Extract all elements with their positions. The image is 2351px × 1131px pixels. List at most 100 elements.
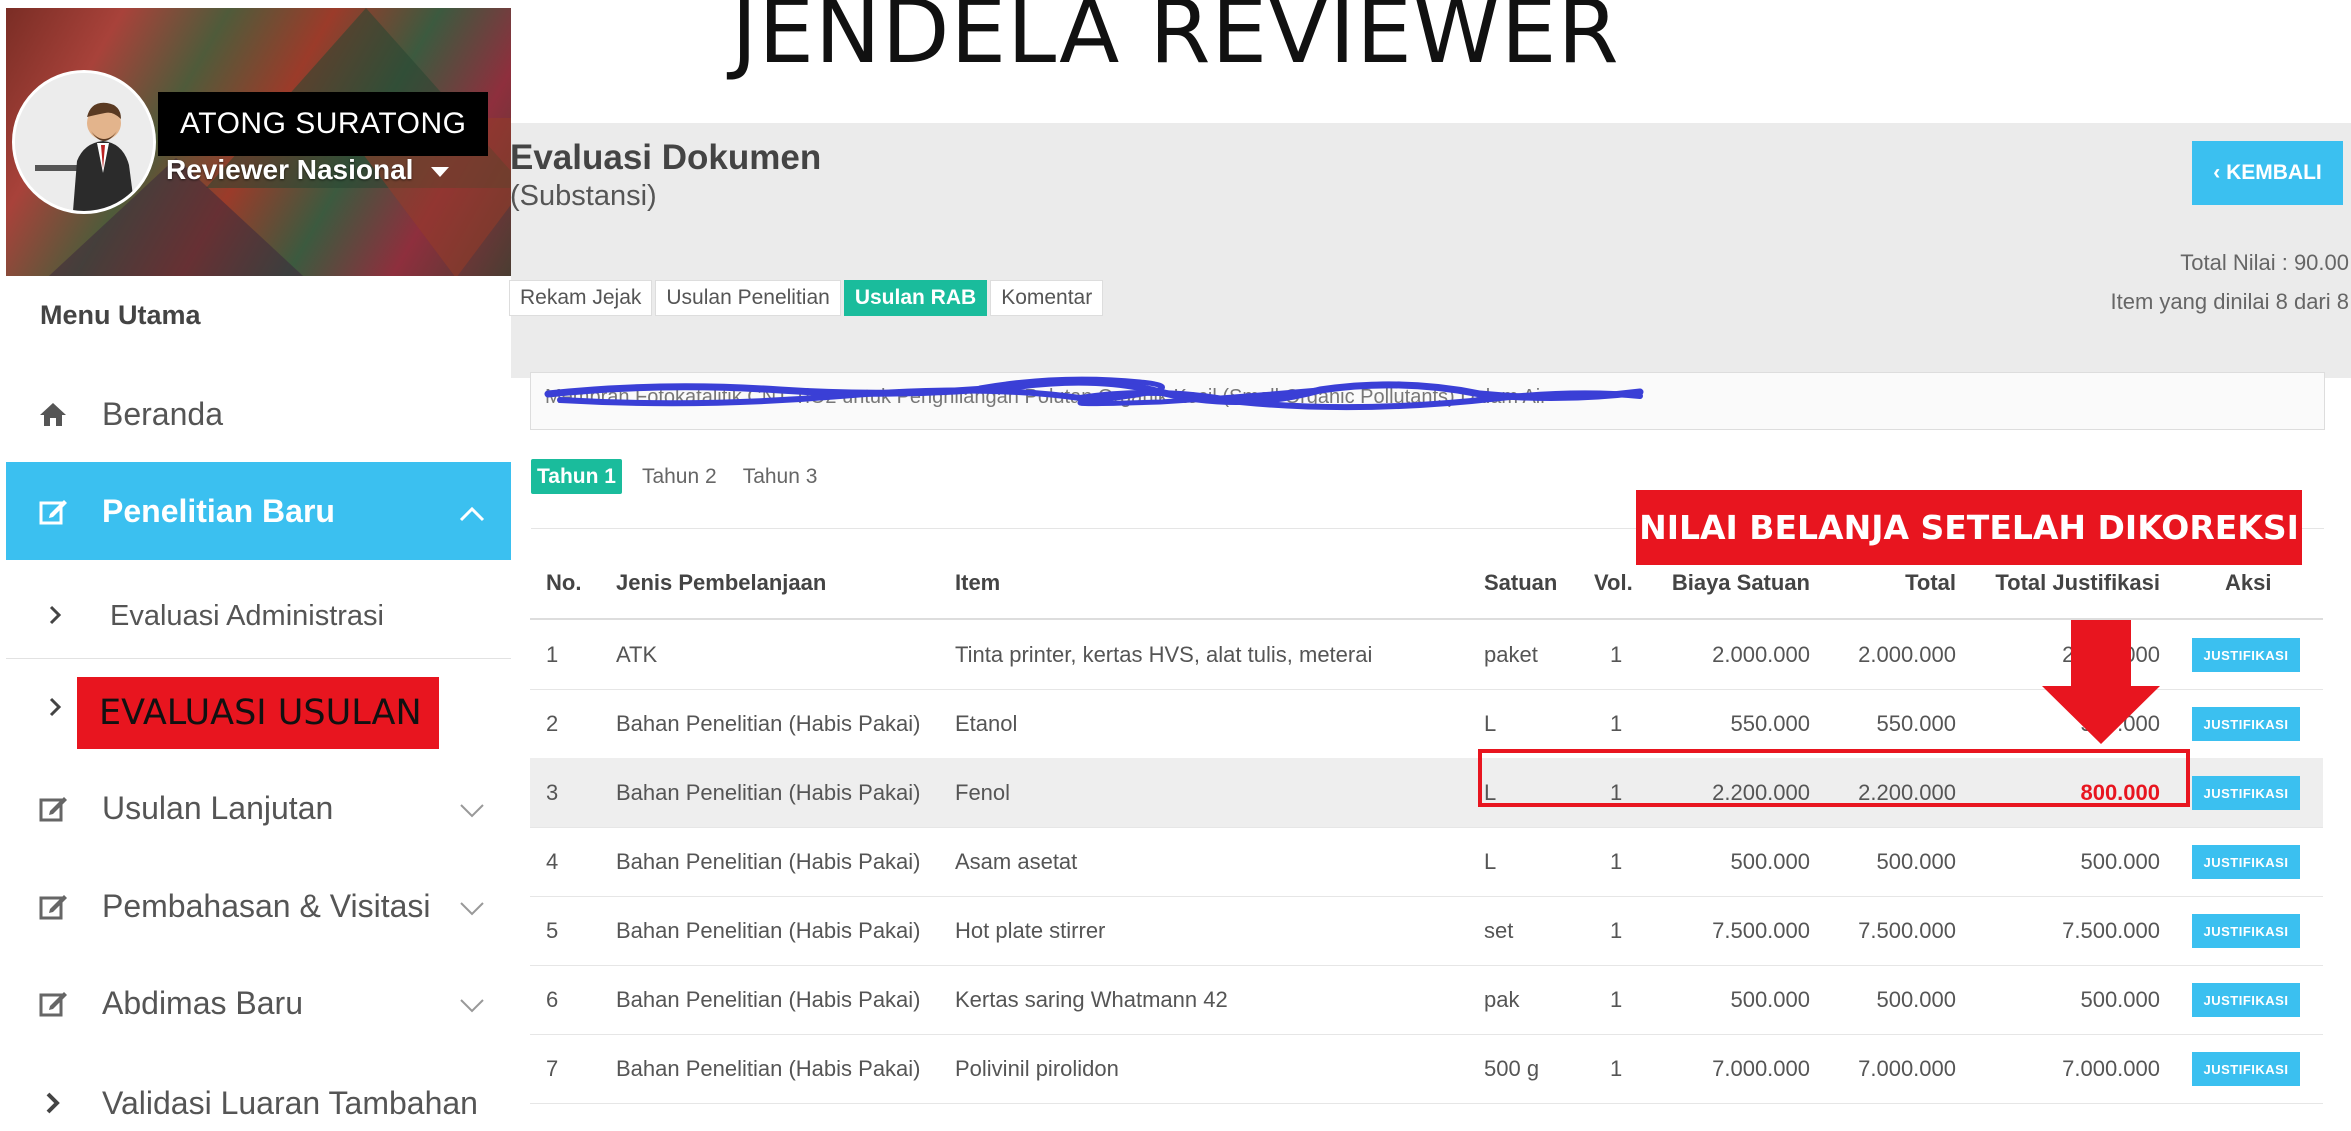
cell-no: 5 bbox=[546, 918, 559, 943]
sidebar-item-label: Abdimas Baru bbox=[102, 984, 303, 1021]
column-header: Vol. bbox=[1594, 570, 1633, 595]
cell-justifikasi: 7.500.000 bbox=[2062, 918, 2160, 943]
sidebar-item-label: Validasi Luaran Tambahan bbox=[102, 1084, 478, 1121]
justifikasi-button[interactable]: JUSTIFIKASI bbox=[2192, 845, 2300, 879]
sidebar-item-validasi-luaran[interactable]: Validasi Luaran Tambahan bbox=[6, 1075, 511, 1131]
sidebar-item-label: Evaluasi Administrasi bbox=[110, 599, 384, 632]
column-header: Total Justifikasi bbox=[1995, 570, 2160, 595]
sidebar-item-label: Penelitian Baru bbox=[102, 492, 335, 529]
sidebar-item-label: Usulan Lanjutan bbox=[102, 789, 334, 826]
tab-tahun-1[interactable]: Tahun 1 bbox=[531, 459, 622, 494]
annotation-callout: NILAI BELANJA SETELAH DIKOREKSI bbox=[1636, 490, 2302, 565]
sidebar-item-usulan-lanjutan[interactable]: Usulan Lanjutan bbox=[6, 780, 511, 836]
column-header: No. bbox=[546, 570, 582, 595]
sidebar-item-pembahasan-visitasi[interactable]: Pembahasan & Visitasi bbox=[6, 878, 511, 934]
sidebar-item-penelitian-baru[interactable]: Penelitian Baru bbox=[6, 462, 511, 560]
table-row: 4 Bahan Penelitian (Habis Pakai) Asam as… bbox=[530, 827, 2323, 897]
justifikasi-button[interactable]: JUSTIFIKASI bbox=[2192, 707, 2300, 741]
chevron-right-icon bbox=[36, 1091, 70, 1115]
cell-jenis: Bahan Penelitian (Habis Pakai) bbox=[616, 711, 921, 736]
cell-item: Polivinil pirolidon bbox=[955, 1056, 1119, 1081]
cell-justifikasi: 500.000 bbox=[2080, 849, 2160, 874]
back-button[interactable]: ‹ KEMBALI bbox=[2192, 141, 2343, 205]
sidebar-item-evaluasi-administrasi[interactable]: Evaluasi Administrasi bbox=[6, 588, 511, 644]
cell-vol: 1 bbox=[1610, 711, 1623, 736]
chevron-down-icon bbox=[459, 790, 485, 827]
home-icon bbox=[36, 401, 70, 427]
cell-satuan: L bbox=[1484, 711, 1497, 736]
cell-no: 6 bbox=[546, 987, 559, 1012]
column-header: Total bbox=[1905, 570, 1956, 595]
menu-heading: Menu Utama bbox=[40, 300, 201, 330]
tab-komentar[interactable]: Komentar bbox=[990, 280, 1104, 316]
tab-usulan-penelitian[interactable]: Usulan Penelitian bbox=[655, 280, 841, 316]
tab-tahun-3[interactable]: Tahun 3 bbox=[737, 459, 824, 494]
cell-satuan: pak bbox=[1484, 987, 1520, 1012]
justifikasi-button[interactable]: JUSTIFIKASI bbox=[2192, 1052, 2300, 1086]
cell-vol: 1 bbox=[1610, 642, 1623, 667]
cell-satuan: L bbox=[1484, 849, 1497, 874]
profile-banner: ATONG SURATONG Reviewer Nasional bbox=[6, 8, 511, 276]
cell-vol: 1 bbox=[1610, 918, 1623, 943]
user-role-label: Reviewer Nasional bbox=[166, 154, 414, 185]
justifikasi-button[interactable]: JUSTIFIKASI bbox=[2192, 983, 2300, 1017]
year-tabs: Tahun 1 Tahun 2 Tahun 3 bbox=[531, 459, 823, 494]
chevron-up-icon bbox=[459, 493, 485, 530]
column-header: Item bbox=[955, 570, 1001, 595]
chevron-down-icon bbox=[459, 888, 485, 925]
column-header: Satuan bbox=[1484, 570, 1558, 595]
cell-no: 4 bbox=[546, 849, 559, 874]
tab-rekam-jejak[interactable]: Rekam Jejak bbox=[509, 280, 653, 316]
arrow-down-icon bbox=[2042, 620, 2160, 744]
table-row: 6 Bahan Penelitian (Habis Pakai) Kertas … bbox=[530, 965, 2323, 1035]
cell-total: 7.500.000 bbox=[1858, 918, 1956, 943]
tab-tahun-2[interactable]: Tahun 2 bbox=[636, 459, 723, 494]
cell-total: 500.000 bbox=[1876, 849, 1956, 874]
cell-no: 2 bbox=[546, 711, 559, 736]
cell-item: Asam asetat bbox=[955, 849, 1078, 874]
cell-justifikasi: 7.000.000 bbox=[2062, 1056, 2160, 1081]
cell-no: 7 bbox=[546, 1056, 559, 1081]
edit-icon bbox=[36, 891, 70, 921]
edit-icon bbox=[36, 793, 70, 823]
cell-vol: 1 bbox=[1610, 1056, 1623, 1081]
sidebar-item-label: Pembahasan & Visitasi bbox=[102, 887, 431, 924]
edit-icon bbox=[36, 496, 70, 526]
cell-jenis: Bahan Penelitian (Habis Pakai) bbox=[616, 1056, 921, 1081]
sidebar-item-abdimas-baru[interactable]: Abdimas Baru bbox=[6, 975, 511, 1031]
cell-biaya: 7.500.000 bbox=[1712, 918, 1810, 943]
cell-item: Kertas saring Whatmann 42 bbox=[955, 987, 1228, 1012]
user-role-dropdown[interactable]: Reviewer Nasional bbox=[166, 154, 450, 186]
cell-jenis: Bahan Penelitian (Habis Pakai) bbox=[616, 849, 921, 874]
cell-justifikasi: 500.000 bbox=[2080, 987, 2160, 1012]
cell-biaya: 2.000.000 bbox=[1712, 642, 1810, 667]
cell-total: 2.000.000 bbox=[1858, 642, 1956, 667]
caret-down-icon bbox=[431, 166, 450, 177]
redaction-scribble bbox=[544, 376, 1644, 411]
cell-item: Etanol bbox=[955, 711, 1018, 736]
column-header: Aksi bbox=[2225, 570, 2272, 595]
justifikasi-button[interactable]: JUSTIFIKASI bbox=[2192, 638, 2300, 672]
cell-no: 1 bbox=[546, 642, 559, 667]
sidebar-item-beranda[interactable]: Beranda bbox=[6, 386, 511, 442]
cell-vol: 1 bbox=[1610, 987, 1623, 1012]
cell-biaya: 550.000 bbox=[1730, 711, 1810, 736]
justifikasi-button[interactable]: JUSTIFIKASI bbox=[2192, 776, 2300, 810]
page-title: Evaluasi Dokumen bbox=[510, 138, 822, 177]
cell-jenis: Bahan Penelitian (Habis Pakai) bbox=[616, 780, 921, 805]
sidebar-divider bbox=[6, 658, 511, 659]
avatar[interactable] bbox=[12, 70, 156, 214]
page-subtitle: (Substansi) bbox=[510, 180, 657, 212]
cell-no: 3 bbox=[546, 780, 559, 805]
cell-biaya: 500.000 bbox=[1730, 987, 1810, 1012]
column-header: Jenis Pembelanjaan bbox=[616, 570, 827, 595]
tab-usulan-rab[interactable]: Usulan RAB bbox=[843, 280, 988, 316]
cell-total: 550.000 bbox=[1876, 711, 1956, 736]
cell-total: 7.000.000 bbox=[1858, 1056, 1956, 1081]
cell-satuan: set bbox=[1484, 918, 1514, 943]
annotation-evaluasi-usulan: EVALUASI USULAN bbox=[77, 677, 439, 749]
cell-biaya: 7.000.000 bbox=[1712, 1056, 1810, 1081]
sidebar-item-label: Beranda bbox=[102, 395, 223, 432]
justifikasi-button[interactable]: JUSTIFIKASI bbox=[2192, 914, 2300, 948]
table-row: 7 Bahan Penelitian (Habis Pakai) Polivin… bbox=[530, 1034, 2323, 1104]
